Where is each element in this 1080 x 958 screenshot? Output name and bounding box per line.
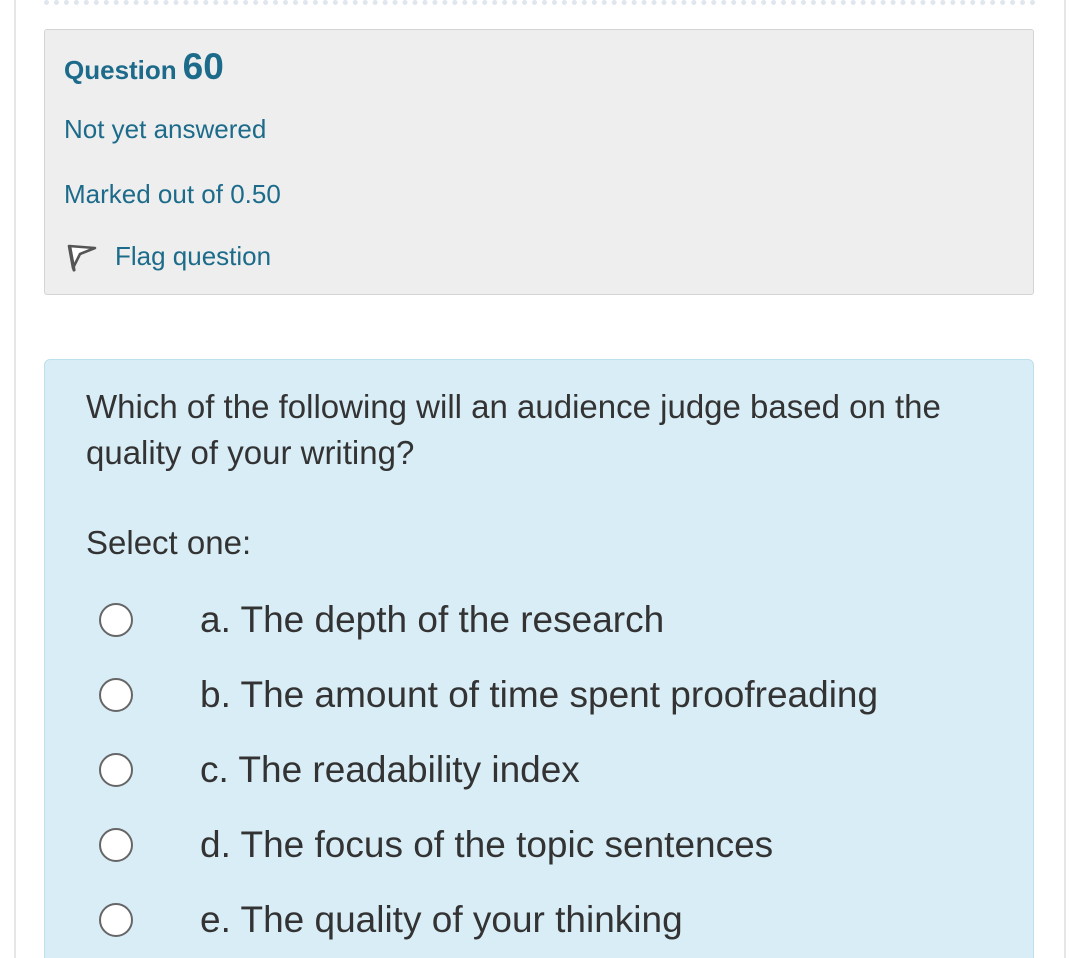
quiz-page: Question 60 Not yet answered Marked out o… <box>0 0 1080 958</box>
answer-label-c[interactable]: c. The readability index <box>200 749 580 791</box>
answer-option-d[interactable]: d. The focus of the topic sentences <box>99 807 999 882</box>
answer-options: a. The depth of the research b. The amou… <box>99 582 999 957</box>
question-grade: Marked out of 0.50 <box>64 179 281 209</box>
answer-prompt: Select one: <box>86 524 252 561</box>
answer-radio-b[interactable] <box>99 677 133 712</box>
answer-option-c[interactable]: c. The readability index <box>99 732 999 807</box>
answer-label-b[interactable]: b. The amount of time spent proofreading <box>200 674 878 716</box>
answer-label-a[interactable]: a. The depth of the research <box>200 599 664 641</box>
flag-icon <box>67 244 97 272</box>
answer-option-e[interactable]: e. The quality of your thinking <box>99 882 999 957</box>
answer-radio-a[interactable] <box>99 602 133 637</box>
page-divider-left <box>14 0 16 958</box>
question-text: Which of the following will an audience … <box>86 388 941 471</box>
answer-radio-e[interactable] <box>99 902 133 937</box>
question-number: Question 60 <box>64 46 224 88</box>
answer-radio-c[interactable] <box>99 752 133 787</box>
answer-label-e[interactable]: e. The quality of your thinking <box>200 899 683 941</box>
question-number-value: 60 <box>182 46 224 87</box>
question-label: Question <box>64 55 177 85</box>
answer-option-b[interactable]: b. The amount of time spent proofreading <box>99 657 999 732</box>
question-state: Not yet answered <box>64 114 267 144</box>
question-content-panel: Which of the following will an audience … <box>44 359 1034 958</box>
answer-label-d[interactable]: d. The focus of the topic sentences <box>200 824 773 866</box>
question-info-panel: Question 60 Not yet answered Marked out o… <box>44 29 1034 295</box>
flag-question-button[interactable]: Flag question <box>65 238 271 274</box>
answer-option-a[interactable]: a. The depth of the research <box>99 582 999 657</box>
page-divider-right <box>1064 0 1066 958</box>
question-separator <box>44 0 1036 5</box>
answer-radio-d[interactable] <box>99 827 133 862</box>
flag-question-label: Flag question <box>115 240 272 271</box>
